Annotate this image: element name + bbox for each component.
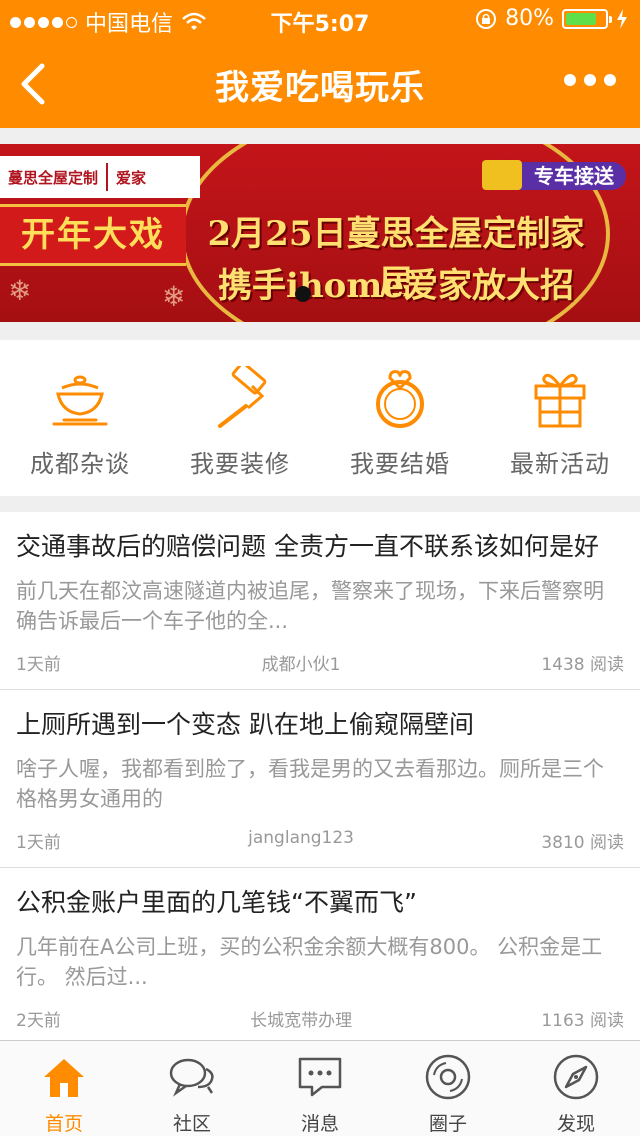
tab-label: 消息 [300, 1113, 339, 1135]
article-item[interactable]: 上厕所遇到一个变态 趴在地上偷窥隔壁间 啥子人喔，我都看到脸了，看我是男的又去看… [0, 690, 640, 868]
category-label: 最新活动 [510, 450, 610, 478]
tab-label: 首页 [44, 1113, 83, 1135]
article-title: 交通事故后的赔偿问题 全责方一直不联系该如何是好 [16, 532, 599, 561]
article-reads: 1163 阅读 [541, 1011, 624, 1031]
brand-logo-right: 爱家 [116, 168, 147, 187]
article-time: 2天前 [16, 1011, 61, 1031]
compass-icon [553, 1054, 599, 1100]
article-meta: 1天前 janglang123 3810 阅读 [16, 828, 624, 853]
article-list: 交通事故后的赔偿问题 全责方一直不联系该如何是好 前几天在都汶高速隧道内被追尾，… [0, 512, 640, 1040]
bottom-tab-bar: 首页 社区 消息 圈子 发现 [0, 1040, 640, 1136]
tab-discover[interactable]: 发现 [512, 1041, 640, 1136]
category-label: 我要装修 [190, 450, 290, 478]
status-right: 80% [475, 6, 628, 31]
article-reads: 3810 阅读 [541, 833, 624, 853]
chat-bubbles-icon [169, 1058, 214, 1097]
article-title: 上厕所遇到一个变态 趴在地上偷窥隔壁间 [16, 710, 474, 739]
charging-icon [617, 8, 627, 29]
carousel-indicator[interactable] [295, 286, 311, 302]
tab-label: 社区 [172, 1113, 211, 1135]
disc-icon [425, 1054, 471, 1100]
tab-messages[interactable]: 消息 [256, 1041, 384, 1136]
article-title: 公积金账户里面的几笔钱“不翼而飞” [16, 888, 417, 917]
article-meta: 1天前 成都小伙1 1438 阅读 [16, 650, 624, 675]
gift-icon [534, 373, 586, 428]
ring-icon [376, 370, 424, 428]
article-author: janglang123 [248, 828, 355, 848]
category-wedding[interactable]: 我要结婚 [320, 340, 480, 496]
battery-fill [566, 12, 597, 25]
rotation-lock-icon [476, 8, 497, 29]
category-renovation[interactable]: 我要装修 [160, 340, 320, 496]
paint-roller-icon [218, 366, 267, 428]
article-excerpt: 几年前在A公司上班，买的公积金余额大概有800。 公积金是工行。 然后过... [16, 935, 603, 989]
snowflake-icon: ❄ [162, 280, 186, 313]
more-options-icon[interactable] [564, 74, 616, 86]
article-item[interactable]: 公积金账户里面的几笔钱“不翼而飞” 几年前在A公司上班，买的公积金余额大概有80… [0, 868, 640, 1040]
promo-banner[interactable]: 蔓思全屋定制 爱家 专车接送 开年大戏 2月25日蔓思全屋定制家居 携手ihom… [0, 144, 640, 322]
tab-community[interactable]: 社区 [128, 1041, 256, 1136]
article-excerpt: 啥子人喔，我都看到脸了，看我是男的又去看那边。厕所是三个格格男女通用的 [16, 757, 604, 811]
message-icon [298, 1057, 342, 1097]
tab-label: 发现 [556, 1113, 595, 1135]
tab-circles[interactable]: 圈子 [384, 1041, 512, 1136]
shuttle-label: 专车接送 [534, 164, 614, 188]
bus-icon [482, 160, 522, 190]
article-time: 1天前 [16, 655, 61, 675]
battery-icon [562, 8, 612, 29]
shuttle-badge: 专车接送 [482, 160, 626, 190]
status-bar: 中国电信 下午5:07 80% [0, 0, 640, 40]
article-author: 长城宽带办理 [250, 1011, 353, 1031]
article-item[interactable]: 交通事故后的赔偿问题 全责方一直不联系该如何是好 前几天在都汶高速隧道内被追尾，… [0, 512, 640, 690]
snowflake-icon: ❄ [8, 274, 32, 307]
navigation-bar: 我爱吃喝玩乐 [0, 40, 640, 128]
brand-logo-left: 蔓思全屋定制 [8, 168, 99, 187]
category-chat[interactable]: 成都杂谈 [0, 340, 160, 496]
page-title: 我爱吃喝玩乐 [215, 68, 425, 108]
battery-percent: 80% [505, 6, 554, 31]
category-label: 成都杂谈 [30, 450, 130, 478]
category-events[interactable]: 最新活动 [480, 340, 640, 496]
banner-brand-logos: 蔓思全屋定制 爱家 [0, 156, 200, 198]
banner-badge: 开年大戏 [0, 204, 186, 266]
home-icon [44, 1059, 84, 1097]
article-reads: 1438 阅读 [541, 655, 624, 675]
tab-home[interactable]: 首页 [0, 1041, 128, 1136]
banner-headline-2: 携手ihome爱家放大招 [218, 266, 574, 306]
tab-label: 圈子 [428, 1113, 467, 1135]
article-meta: 2天前 长城宽带办理 1163 阅读 [16, 1006, 624, 1031]
tea-bowl-icon [52, 375, 108, 426]
article-excerpt: 前几天在都汶高速隧道内被追尾，警察来了现场，下来后警察明确告诉最后一个车子他的全… [16, 579, 604, 633]
article-author: 成都小伙1 [261, 655, 341, 675]
article-time: 1天前 [16, 833, 61, 853]
category-label: 我要结婚 [350, 450, 450, 478]
category-grid: 成都杂谈 我要装修 我要结婚 最新活动 [0, 340, 640, 496]
